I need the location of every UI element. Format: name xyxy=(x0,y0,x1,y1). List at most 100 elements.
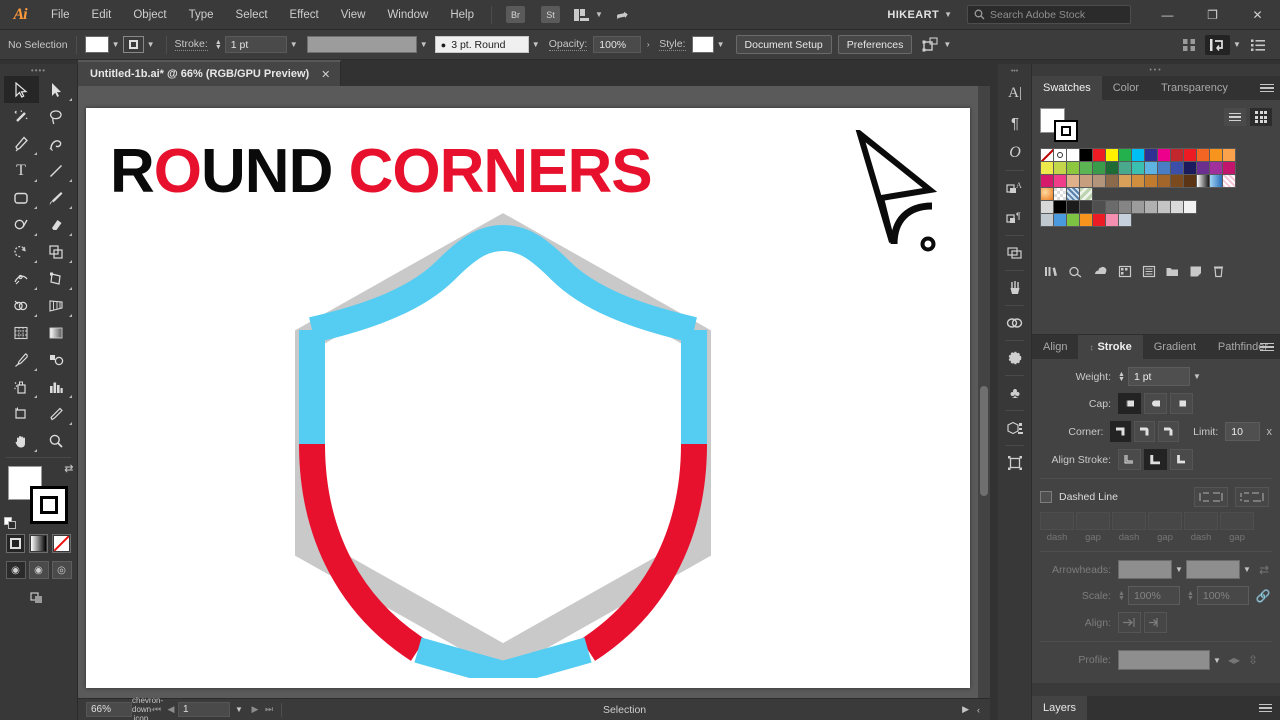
list-view-icon[interactable] xyxy=(1224,108,1246,126)
swatch-cell[interactable] xyxy=(1066,213,1080,227)
swatch-cell[interactable] xyxy=(1092,200,1106,214)
arrowhead-end-dropdown[interactable] xyxy=(1186,560,1240,579)
round-cap-button[interactable] xyxy=(1144,393,1167,414)
dock-grip[interactable]: ••• xyxy=(998,64,1031,78)
fill-color-swatch[interactable] xyxy=(84,36,109,53)
swatch-cell[interactable] xyxy=(1053,187,1067,201)
canvas-area[interactable]: ROUND CORNERS xyxy=(78,86,990,698)
swatch-cell[interactable] xyxy=(1170,200,1184,214)
fill-chevron-down-icon[interactable]: ▼ xyxy=(109,36,123,53)
link-scale-icon[interactable]: 🔗 xyxy=(1256,589,1271,603)
status-play-icon[interactable]: ▶ xyxy=(962,704,969,715)
swatch-cell[interactable] xyxy=(1105,213,1119,227)
variable-width-profile-dropdown[interactable] xyxy=(306,36,417,53)
user-name-label[interactable]: HIKEART xyxy=(887,9,939,21)
shape-builder-tool[interactable] xyxy=(4,292,39,319)
image-trace-panel-icon[interactable] xyxy=(998,343,1032,373)
document-setup-button[interactable]: Document Setup xyxy=(735,35,832,54)
none-mode-button[interactable] xyxy=(52,534,71,553)
swap-arrowheads-icon[interactable]: ⇄ xyxy=(1259,563,1269,577)
swatch-cell[interactable] xyxy=(1196,148,1210,162)
gradient-mode-button[interactable] xyxy=(29,534,48,553)
projecting-cap-button[interactable] xyxy=(1170,393,1193,414)
artwork-title-text[interactable]: ROUND CORNERS xyxy=(110,136,653,207)
normal-screen-mode-button[interactable]: ◉ xyxy=(5,561,26,579)
opacity-input[interactable]: 100% xyxy=(593,36,642,53)
style-label[interactable]: Style: xyxy=(659,38,686,51)
scale-end-input[interactable]: 100% xyxy=(1196,586,1249,605)
curvature-tool[interactable] xyxy=(39,130,74,157)
round-join-button[interactable] xyxy=(1134,421,1155,442)
stroke-weight-input[interactable]: 1 pt xyxy=(224,36,287,53)
show-swatch-kinds-icon[interactable] xyxy=(1068,265,1083,278)
swatch-cell[interactable] xyxy=(1131,148,1145,162)
swatch-cell[interactable] xyxy=(1092,148,1106,162)
align-outside-button[interactable] xyxy=(1170,449,1193,470)
eyedropper-tool[interactable] xyxy=(4,346,39,373)
miter-join-button[interactable] xyxy=(1110,421,1132,442)
rocket-icon[interactable]: ➦ xyxy=(614,4,630,24)
swatch-cell[interactable] xyxy=(1157,148,1171,162)
shaper-tool[interactable] xyxy=(4,211,39,238)
swatch-cell[interactable] xyxy=(1144,174,1158,188)
menu-item-type[interactable]: Type xyxy=(178,0,225,30)
scale-start-input[interactable]: 100% xyxy=(1127,586,1180,605)
scale-tool[interactable] xyxy=(39,238,74,265)
chevron-down-icon[interactable]: ▼ xyxy=(595,10,603,19)
swatch-cell[interactable] xyxy=(1118,148,1132,162)
gap-input-3[interactable] xyxy=(1220,512,1254,530)
swatch-cell[interactable] xyxy=(1092,161,1106,175)
tab-swatches[interactable]: Swatches xyxy=(1032,76,1102,100)
swatch-cell[interactable] xyxy=(1118,174,1132,188)
blend-tool[interactable] xyxy=(39,346,74,373)
swatch-cell[interactable] xyxy=(1066,174,1080,188)
delete-swatch-icon[interactable] xyxy=(1212,265,1225,278)
eraser-tool[interactable] xyxy=(39,211,74,238)
swatch-cell[interactable] xyxy=(1040,148,1054,162)
artboard-first-button[interactable]: ⏮ xyxy=(150,704,164,715)
status-text[interactable]: Selection xyxy=(287,704,962,716)
paintbrush-tool[interactable] xyxy=(39,184,74,211)
panel-menu-icon[interactable] xyxy=(1260,81,1274,95)
swatch-options-icon[interactable] xyxy=(1142,265,1156,278)
swatch-cell[interactable] xyxy=(1183,200,1197,214)
swatch-cell[interactable] xyxy=(1157,161,1171,175)
gradient-tool[interactable] xyxy=(39,319,74,346)
opacity-label[interactable]: Opacity: xyxy=(548,38,588,51)
swatch-cell[interactable] xyxy=(1157,200,1171,214)
direct-selection-tool[interactable] xyxy=(39,76,74,103)
swatch-cell[interactable] xyxy=(1144,161,1158,175)
tab-stroke[interactable]: ↕ Stroke xyxy=(1078,335,1143,359)
artboard-last-button[interactable]: ⏭ xyxy=(262,704,276,715)
dashed-line-checkbox[interactable] xyxy=(1040,491,1052,503)
limit-input[interactable]: 10 xyxy=(1225,422,1261,441)
stroke-weight-label[interactable]: Stroke: xyxy=(174,38,208,51)
free-transform-tool[interactable] xyxy=(39,265,74,292)
brush-chevron-down-icon[interactable]: ▼ xyxy=(529,36,543,53)
bridge-button[interactable]: Br xyxy=(506,6,525,23)
arrange-chevron-down-icon[interactable]: ▼ xyxy=(1230,36,1244,53)
dash-input-2[interactable] xyxy=(1112,512,1146,530)
bevel-join-button[interactable] xyxy=(1157,421,1179,442)
minimize-button[interactable]: — xyxy=(1145,0,1190,30)
close-button[interactable]: ✕ xyxy=(1235,0,1280,30)
type-tool[interactable]: T xyxy=(4,157,39,184)
menu-item-help[interactable]: Help xyxy=(439,0,485,30)
shield-artwork[interactable] xyxy=(268,208,738,678)
swatch-cell[interactable] xyxy=(1170,161,1184,175)
menu-item-edit[interactable]: Edit xyxy=(81,0,123,30)
butt-cap-button[interactable] xyxy=(1118,393,1141,414)
mesh-tool[interactable] xyxy=(4,319,39,346)
swatch-cell[interactable] xyxy=(1066,200,1080,214)
rectangle-tool[interactable] xyxy=(4,184,39,211)
swatch-cell[interactable] xyxy=(1066,187,1080,201)
swatch-cell[interactable] xyxy=(1209,148,1223,162)
swatch-cell[interactable] xyxy=(1105,148,1119,162)
swatch-cell[interactable] xyxy=(1131,200,1145,214)
menu-item-object[interactable]: Object xyxy=(122,0,177,30)
swatch-cell[interactable] xyxy=(1105,200,1119,214)
panel-options-icon[interactable] xyxy=(1250,38,1266,52)
swatch-cell[interactable] xyxy=(1222,148,1236,162)
artboard-chevron-down-icon[interactable]: ▼ xyxy=(230,705,248,714)
artboard[interactable]: ROUND CORNERS xyxy=(86,108,970,688)
